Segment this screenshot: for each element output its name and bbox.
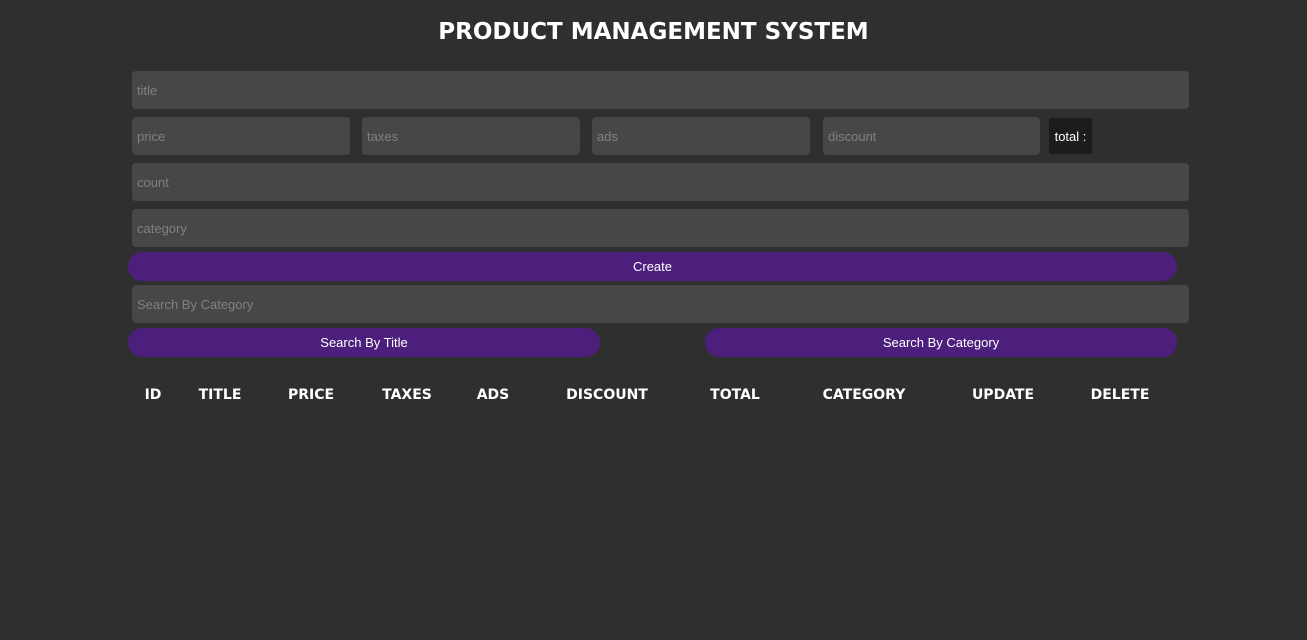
page-title: PRODUCT MANAGEMENT SYSTEM	[438, 19, 869, 45]
table-header-title: TITLE	[198, 387, 242, 403]
table-header-delete: DELETE	[1090, 387, 1150, 403]
title-input[interactable]	[132, 71, 1189, 109]
taxes-input[interactable]	[362, 117, 580, 155]
table-header-update: UPDATE	[971, 387, 1035, 403]
search-by-title-button[interactable]: Search By Title	[128, 328, 600, 357]
discount-input[interactable]	[823, 117, 1040, 155]
count-input[interactable]	[132, 163, 1189, 201]
table-header-discount: DISCOUNT	[566, 387, 648, 403]
table-header-total: TOTAL	[710, 387, 760, 403]
table-header-category: CATEGORY	[822, 387, 906, 403]
app: PRODUCT MANAGEMENT SYSTEM total : Create…	[0, 0, 1307, 640]
total-display: total :	[1049, 118, 1092, 154]
search-input[interactable]	[132, 285, 1189, 323]
table-header-ads: ADS	[476, 387, 510, 403]
create-button[interactable]: Create	[128, 252, 1177, 281]
table-header-taxes: TAXES	[382, 387, 432, 403]
price-input[interactable]	[132, 117, 350, 155]
table-header-price: PRICE	[287, 387, 335, 403]
table-header-id: ID	[144, 387, 162, 403]
search-by-category-button[interactable]: Search By Category	[705, 328, 1177, 357]
total-label: total :	[1054, 128, 1087, 144]
ads-input[interactable]	[592, 117, 810, 155]
category-input[interactable]	[132, 209, 1189, 247]
